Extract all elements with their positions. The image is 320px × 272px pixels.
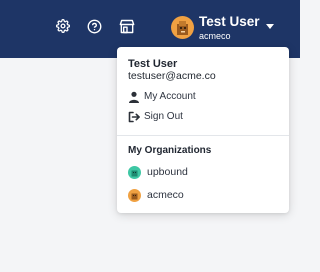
my-account-menu-item[interactable]: My Account [117, 87, 289, 107]
user-org-name: acmeco [199, 31, 231, 41]
organizations-section-title: My Organizations [128, 145, 212, 156]
sign-out-icon [128, 111, 140, 123]
gear-icon [56, 19, 70, 33]
sign-out-menu-item[interactable]: Sign Out [117, 107, 289, 127]
user-name: Test User [199, 14, 260, 29]
organization-name: upbound [147, 166, 188, 178]
upbound-avatar [128, 166, 141, 179]
organization-name: acmeco [147, 189, 184, 201]
menu-divider [117, 135, 289, 136]
person-icon [129, 91, 139, 103]
organization-avatar-icon [131, 193, 138, 200]
marketplace-button[interactable] [117, 16, 137, 36]
dropdown-user-name: Test User [128, 58, 178, 70]
organization-item-upbound[interactable]: upbound [117, 162, 289, 184]
sign-out-label: Sign Out [144, 111, 183, 122]
user-avatar-icon [177, 21, 188, 35]
organization-avatar-icon [131, 170, 138, 177]
acmeco-avatar [128, 189, 141, 202]
store-icon [119, 19, 135, 33]
user-menu-toggle[interactable]: Test User acmeco [168, 12, 280, 42]
settings-button[interactable] [53, 16, 73, 36]
user-dropdown-menu: Test User testuser@acme.co My Account Si… [117, 47, 289, 213]
avatar [171, 16, 194, 39]
organization-item-acmeco[interactable]: acmeco [117, 185, 289, 207]
caret-down-icon [266, 24, 274, 29]
dropdown-user-email: testuser@acme.co [128, 70, 216, 82]
help-button[interactable] [84, 16, 104, 36]
help-icon [87, 19, 101, 33]
my-account-label: My Account [144, 91, 196, 102]
